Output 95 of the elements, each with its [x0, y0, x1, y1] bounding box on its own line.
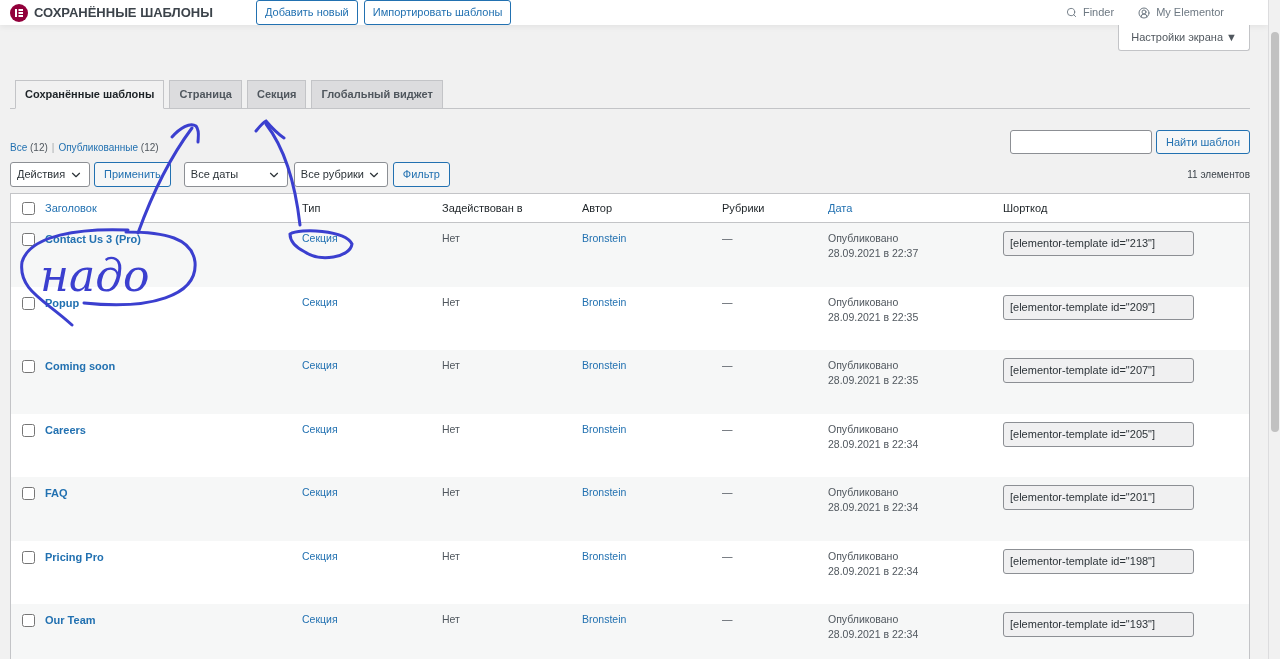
page-title: СОХРАНЁННЫЕ ШАБЛОНЫ [34, 3, 213, 22]
row-checkbox[interactable] [21, 296, 35, 310]
status-text: Опубликовано [828, 358, 900, 373]
row-checkbox[interactable] [21, 614, 35, 627]
status-text: Опубликовано [828, 548, 900, 564]
column-header: Рубрики [722, 201, 765, 214]
type-link[interactable]: Секция [302, 359, 338, 371]
dropdown[interactable]: Все даты [183, 162, 288, 187]
type-link[interactable]: Секция [302, 486, 338, 498]
search-button[interactable]: Найти шаблон [1156, 130, 1250, 154]
status-text: Опубликовано [828, 231, 900, 246]
status-text: Опубликовано [828, 485, 900, 500]
date-text: 28.09.2021 в 22:34 [828, 563, 920, 579]
template-title[interactable]: Coming soon [45, 360, 116, 372]
author-link[interactable]: Bronstein [582, 422, 627, 435]
tab[interactable]: Страница [169, 80, 242, 109]
view-link[interactable]: Опубликованные (12) [58, 140, 159, 155]
table-cell: — [722, 295, 733, 308]
header-button[interactable]: Добавить новый [255, 0, 358, 25]
author-link[interactable]: Bronstein [582, 486, 627, 498]
view-separator: | [51, 141, 55, 155]
row-checkbox[interactable] [21, 487, 35, 500]
apply-button[interactable]: Применить [94, 162, 171, 187]
table-cell: Нет [442, 295, 460, 308]
column-header[interactable]: Дата [828, 201, 853, 214]
date-text: 28.09.2021 в 22:34 [828, 627, 920, 642]
tab[interactable]: Секция [246, 80, 307, 109]
select-all-checkbox[interactable] [21, 201, 35, 215]
shortcode-field[interactable]: [elementor-template id="213"] [1003, 231, 1194, 256]
column-header[interactable]: Заголовок [45, 201, 97, 214]
status-text: Опубликовано [828, 294, 900, 310]
type-link[interactable]: Секция [302, 232, 338, 244]
author-link[interactable]: Bronstein [582, 295, 627, 308]
type-link[interactable]: Секция [302, 613, 338, 625]
shortcode-field[interactable]: [elementor-template id="201"] [1003, 485, 1194, 510]
type-link[interactable]: Секция [302, 549, 338, 562]
table-cell: — [722, 232, 733, 244]
table-cell: Нет [442, 232, 460, 244]
row-checkbox[interactable] [21, 233, 35, 246]
shortcode-field[interactable]: [elementor-template id="193"] [1003, 612, 1194, 637]
dropdown[interactable]: Действия [10, 162, 90, 187]
column-header: Автор [582, 201, 613, 214]
shortcode-field[interactable]: [elementor-template id="198"] [1003, 548, 1194, 574]
tab[interactable]: Глобальный виджет [311, 80, 443, 109]
template-title[interactable]: Contact Us 3 (Pro) [45, 233, 141, 245]
template-title[interactable]: Our Team [45, 614, 96, 626]
column-header: Тип [302, 201, 321, 214]
template-title[interactable]: Pricing Pro [45, 550, 104, 563]
status-text: Опубликовано [828, 421, 900, 437]
item-count: 11 элементов [1187, 168, 1250, 182]
row-checkbox[interactable] [21, 423, 35, 437]
table-cell: — [722, 486, 733, 498]
date-text: 28.09.2021 в 22:35 [828, 373, 920, 388]
column-header: Шорткод [1003, 201, 1048, 214]
table-cell: — [722, 549, 733, 562]
date-text: 28.09.2021 в 22:34 [828, 500, 920, 515]
table-cell: — [722, 613, 733, 625]
author-link[interactable]: Bronstein [582, 549, 627, 562]
date-text: 28.09.2021 в 22:34 [828, 436, 920, 452]
template-title[interactable]: Careers [45, 423, 86, 436]
table-cell: Нет [442, 359, 460, 371]
scrollbar[interactable] [1268, 0, 1280, 659]
table-cell: Нет [442, 486, 460, 498]
view-link[interactable]: Все (12) [10, 140, 48, 155]
shortcode-field[interactable]: [elementor-template id="205"] [1003, 421, 1194, 447]
screen-options-button[interactable]: Настройки экрана ▼ [1118, 25, 1250, 51]
table-cell: — [722, 422, 733, 435]
filter-button[interactable]: Фильтр [392, 162, 450, 187]
date-text: 28.09.2021 в 22:37 [828, 246, 920, 261]
row-checkbox[interactable] [21, 360, 35, 373]
search-icon [1065, 7, 1077, 18]
account-link[interactable]: My Elementor [1138, 4, 1224, 21]
shortcode-field[interactable]: [elementor-template id="207"] [1003, 358, 1194, 383]
tab[interactable]: Сохранённые шаблоны [15, 80, 165, 109]
shortcode-field[interactable]: [elementor-template id="209"] [1003, 294, 1194, 320]
header-button[interactable]: Импортировать шаблоны [363, 0, 512, 25]
author-link[interactable]: Bronstein [582, 359, 627, 371]
dropdown[interactable]: Все рубрики [293, 162, 388, 187]
user-icon [1138, 6, 1151, 19]
table-cell: Нет [442, 613, 460, 625]
finder-link[interactable]: Finder [1065, 4, 1115, 21]
row-checkbox[interactable] [21, 550, 35, 564]
search-field[interactable] [1010, 130, 1153, 154]
table-cell: Нет [442, 549, 460, 562]
author-link[interactable]: Bronstein [582, 613, 627, 625]
table-cell: — [722, 359, 733, 371]
table-cell: Нет [442, 422, 460, 435]
column-header: Задействован в [442, 201, 523, 214]
template-title[interactable]: FAQ [45, 487, 68, 499]
status-text: Опубликовано [828, 612, 900, 627]
author-link[interactable]: Bronstein [582, 232, 627, 244]
type-link[interactable]: Секция [302, 422, 338, 435]
date-text: 28.09.2021 в 22:35 [828, 309, 920, 325]
logo-icon [10, 3, 28, 22]
type-link[interactable]: Секция [302, 295, 338, 308]
